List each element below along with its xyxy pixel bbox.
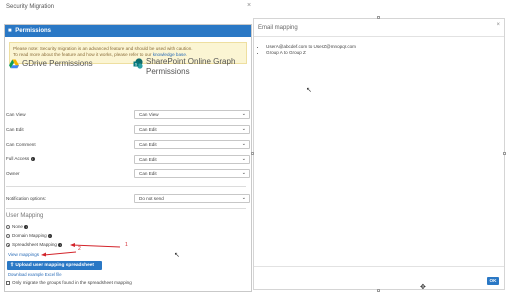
ok-button[interactable]: OK bbox=[487, 277, 499, 285]
resize-handle[interactable] bbox=[251, 152, 254, 155]
footer-divider bbox=[254, 266, 504, 267]
close-icon[interactable]: × bbox=[496, 22, 500, 28]
email-mapping-dialog: Email mapping × UserA@abcdef.com to User… bbox=[253, 18, 505, 290]
list-item: Group A to Group Z bbox=[266, 50, 356, 56]
pointer-cursor-icon: ↖ bbox=[306, 87, 312, 94]
move-cursor-icon: ✥ bbox=[420, 284, 426, 291]
email-mapping-list: UserA@abcdef.com to UserZ@mnopqr.com Gro… bbox=[260, 44, 356, 56]
resize-handle[interactable] bbox=[377, 289, 380, 292]
pointer-cursor-icon: ↖ bbox=[174, 252, 180, 259]
annotation-1: 1 bbox=[125, 242, 128, 248]
resize-handle[interactable] bbox=[503, 152, 506, 155]
header-divider bbox=[254, 36, 504, 37]
resize-handle[interactable] bbox=[377, 16, 380, 19]
email-dialog-title: Email mapping bbox=[258, 25, 298, 31]
annotation-2: 2 bbox=[78, 246, 81, 252]
